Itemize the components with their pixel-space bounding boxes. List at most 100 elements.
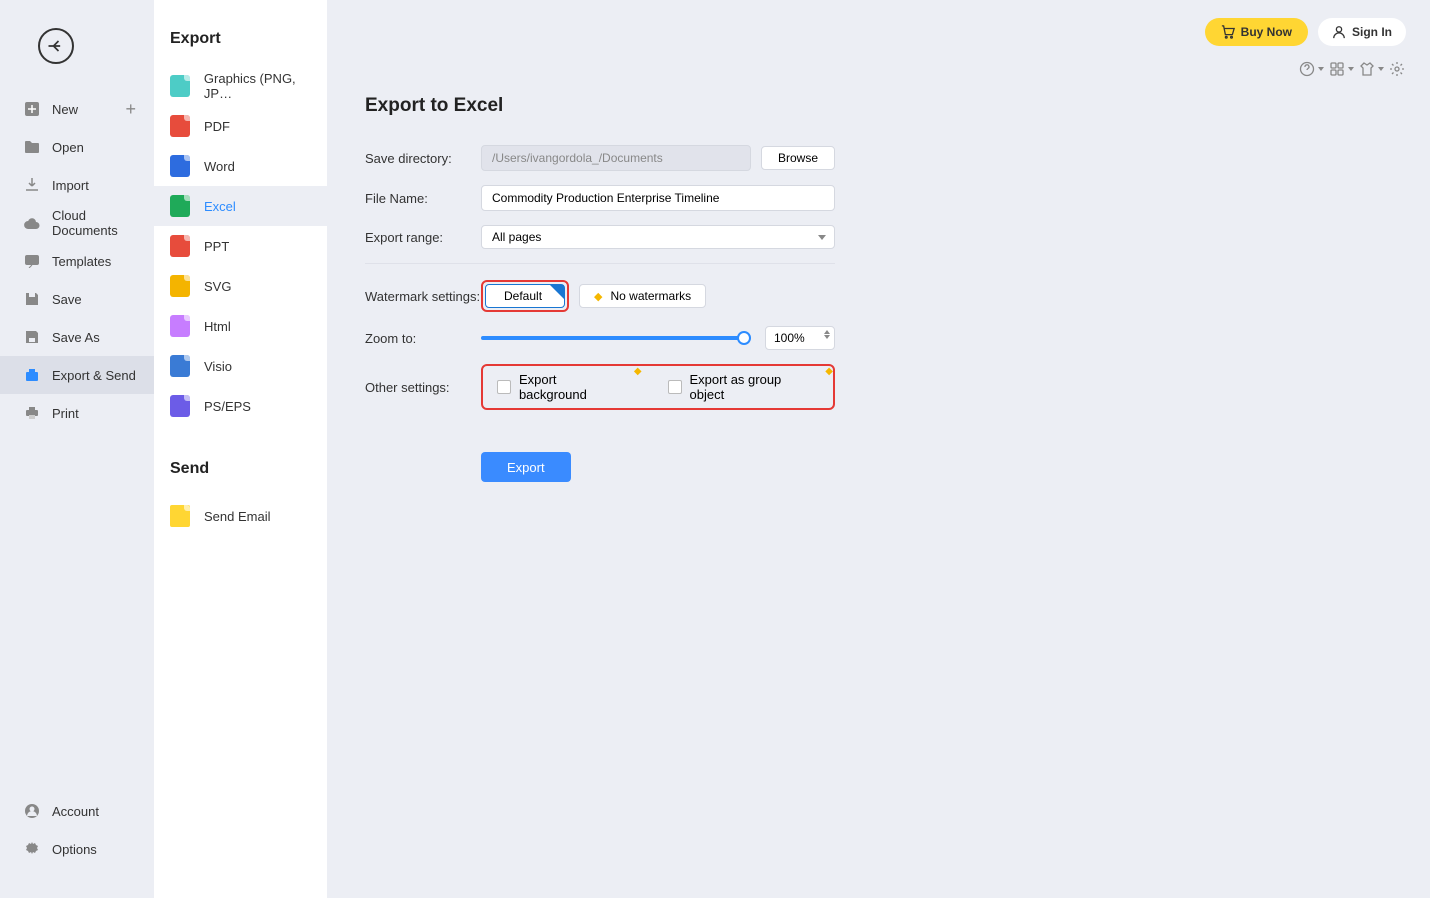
nav-export-send[interactable]: Export & Send — [0, 356, 154, 394]
zoom-up[interactable] — [824, 330, 830, 334]
buy-now-button[interactable]: Buy Now — [1205, 18, 1308, 46]
back-button[interactable] — [38, 28, 74, 64]
download-icon — [24, 177, 40, 193]
plus-icon[interactable]: + — [125, 99, 136, 120]
watermark-label: Watermark settings: — [365, 289, 481, 304]
send-label: Send Email — [204, 509, 270, 524]
export-label: Graphics (PNG, JP… — [204, 71, 327, 101]
zoom-value-input[interactable]: 100% — [765, 326, 835, 350]
zoom-down[interactable] — [824, 335, 830, 339]
visio-icon — [170, 355, 190, 377]
excel-icon — [170, 195, 190, 217]
file-name-input[interactable] — [481, 185, 835, 211]
browse-button[interactable]: Browse — [761, 146, 835, 170]
nav-options[interactable]: Options — [0, 830, 154, 868]
send-email[interactable]: Send Email — [154, 496, 327, 536]
export-html[interactable]: Html — [154, 306, 327, 346]
help-icon[interactable] — [1298, 60, 1316, 78]
export-label: PDF — [204, 119, 230, 134]
other-settings-highlight: Export background ◆ Export as group obje… — [481, 364, 835, 410]
settings-icon[interactable] — [1388, 60, 1406, 78]
email-icon — [170, 505, 190, 527]
nav-label: Import — [52, 178, 89, 193]
pdf-icon — [170, 115, 190, 137]
export-label: Visio — [204, 359, 232, 374]
export-label: PS/EPS — [204, 399, 251, 414]
plus-square-icon — [24, 101, 40, 117]
nav-open[interactable]: Open — [0, 128, 154, 166]
nav-label: Options — [52, 842, 97, 857]
export-range-select[interactable]: All pages — [481, 225, 835, 249]
export-pseps[interactable]: PS/EPS — [154, 386, 327, 426]
sign-in-button[interactable]: Sign In — [1318, 18, 1406, 46]
nav-templates[interactable]: Templates — [0, 242, 154, 280]
gear-icon — [24, 841, 40, 857]
save-as-icon — [24, 329, 40, 345]
nav-label: Save As — [52, 330, 100, 345]
export-graphics[interactable]: Graphics (PNG, JP… — [154, 66, 327, 106]
nav-print[interactable]: Print — [0, 394, 154, 432]
file-name-label: File Name: — [365, 191, 481, 206]
keyboard-icon[interactable] — [1328, 60, 1346, 78]
checkbox-icon — [497, 380, 511, 394]
export-button[interactable]: Export — [481, 452, 571, 482]
export-label: Word — [204, 159, 235, 174]
save-directory-input — [481, 145, 751, 171]
checkbox-icon — [668, 380, 682, 394]
printer-icon — [24, 405, 40, 421]
cart-icon — [1221, 25, 1235, 39]
export-label: SVG — [204, 279, 231, 294]
nav-label: Save — [52, 292, 82, 307]
nav-save[interactable]: Save — [0, 280, 154, 318]
nav-import[interactable]: Import — [0, 166, 154, 204]
other-settings-label: Other settings: — [365, 380, 481, 395]
diamond-icon: ◆ — [825, 366, 833, 377]
buy-label: Buy Now — [1241, 25, 1292, 39]
nav-label: Print — [52, 406, 79, 421]
cloud-icon — [24, 215, 40, 231]
signin-label: Sign In — [1352, 25, 1392, 39]
nav-label: Export & Send — [52, 368, 136, 383]
word-icon — [170, 155, 190, 177]
export-word[interactable]: Word — [154, 146, 327, 186]
watermark-default-button[interactable]: Default — [485, 284, 565, 308]
watermark-default-highlight: Default — [481, 280, 569, 312]
export-label: Html — [204, 319, 231, 334]
slider-thumb[interactable] — [737, 331, 751, 345]
pseps-icon — [170, 395, 190, 417]
nav-label: New — [52, 102, 78, 117]
save-directory-label: Save directory: — [365, 151, 481, 166]
shirt-icon[interactable] — [1358, 60, 1376, 78]
zoom-label: Zoom to: — [365, 331, 481, 346]
export-label: Excel — [204, 199, 236, 214]
graphics-icon — [170, 75, 190, 97]
nav-save-as[interactable]: Save As — [0, 318, 154, 356]
save-icon — [24, 291, 40, 307]
nav-account[interactable]: Account — [0, 792, 154, 830]
nav-label: Open — [52, 140, 84, 155]
ppt-icon — [170, 235, 190, 257]
export-ppt[interactable]: PPT — [154, 226, 327, 266]
watermark-none-button[interactable]: ◆ No watermarks — [579, 284, 706, 308]
export-pdf[interactable]: PDF — [154, 106, 327, 146]
nav-label: Templates — [52, 254, 111, 269]
chat-icon — [24, 253, 40, 269]
svg-icon — [170, 275, 190, 297]
export-visio[interactable]: Visio — [154, 346, 327, 386]
export-section-title: Export — [154, 30, 327, 48]
nav-new[interactable]: New + — [0, 90, 154, 128]
user-icon — [1332, 25, 1346, 39]
zoom-slider[interactable] — [481, 336, 751, 340]
export-label: PPT — [204, 239, 229, 254]
export-group-checkbox[interactable]: Export as group object ◆ — [668, 372, 819, 402]
box-icon — [24, 367, 40, 383]
nav-cloud-documents[interactable]: Cloud Documents — [0, 204, 154, 242]
diamond-icon: ◆ — [594, 290, 602, 303]
export-excel[interactable]: Excel — [154, 186, 327, 226]
export-svg[interactable]: SVG — [154, 266, 327, 306]
folder-icon — [24, 139, 40, 155]
nav-label: Cloud Documents — [52, 208, 154, 238]
divider — [365, 263, 835, 264]
html-icon — [170, 315, 190, 337]
export-background-checkbox[interactable]: Export background ◆ — [497, 372, 628, 402]
